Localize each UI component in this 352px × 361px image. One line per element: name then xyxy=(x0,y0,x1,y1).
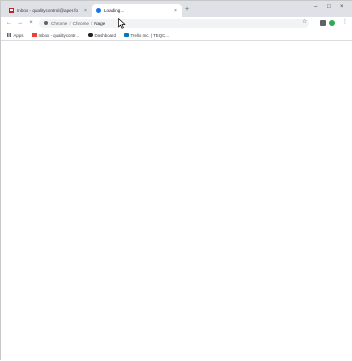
minimize-icon[interactable]: – xyxy=(314,4,317,10)
gmail-icon xyxy=(32,32,37,38)
tab-strip: Inbox - qualitycontrol@aper.fo × Loading… xyxy=(1,1,352,17)
bookmark-label: Trello Inc. | TEQC... xyxy=(130,32,169,38)
bookmarks-bar: Apps Inbox - qualitycontr... Dashboard T… xyxy=(1,30,352,41)
crumb-separator: / xyxy=(69,20,71,26)
forward-button[interactable]: → xyxy=(16,19,24,27)
new-tab-button[interactable]: + xyxy=(185,6,189,13)
gmail-icon xyxy=(9,8,14,13)
dashboard-icon xyxy=(88,32,93,38)
profile-icon[interactable] xyxy=(329,19,335,26)
bookmark-label: Dashboard xyxy=(94,32,116,38)
mouse-cursor-icon xyxy=(118,18,126,29)
tab-inbox[interactable]: Inbox - qualitycontrol@aper.fo × xyxy=(5,4,92,17)
page-content xyxy=(1,41,352,361)
bookmark-label: Apps xyxy=(13,32,24,38)
address-bar[interactable]: Chrome / Chrome / Nage xyxy=(39,18,309,28)
tab-loading[interactable]: Loading... × xyxy=(92,4,182,17)
close-icon[interactable]: × xyxy=(173,8,178,14)
extension-icon[interactable] xyxy=(320,19,326,26)
bookmark-star-icon[interactable]: ☆ xyxy=(302,18,307,25)
tab-title: Loading... xyxy=(104,8,125,13)
crumb-separator: / xyxy=(90,20,93,26)
address-crumb: Chrome xyxy=(51,20,68,26)
menu-icon[interactable]: ⋮ xyxy=(342,18,348,25)
bookmark-apps[interactable]: Apps xyxy=(7,31,24,39)
site-info-icon[interactable] xyxy=(44,21,48,25)
apps-icon xyxy=(7,32,12,38)
toolbar: ← → × Chrome / Chrome / Nage ☆ ⋮ xyxy=(1,17,352,30)
close-icon[interactable]: × xyxy=(83,8,88,14)
back-button[interactable]: ← xyxy=(5,19,13,27)
bookmark-inbox[interactable]: Inbox - qualitycontr... xyxy=(32,31,79,39)
trello-icon xyxy=(124,32,129,38)
bookmark-trello[interactable]: Trello Inc. | TEQC... xyxy=(124,31,169,39)
globe-icon xyxy=(96,8,101,13)
address-crumb: Nage xyxy=(94,20,106,26)
address-crumb: Chrome xyxy=(72,20,89,26)
browser-window: Inbox - qualitycontrol@aper.fo × Loading… xyxy=(0,0,352,361)
bookmark-label: Inbox - qualitycontr... xyxy=(38,32,80,38)
window-close-icon[interactable]: × xyxy=(340,4,344,10)
bookmark-dashboard[interactable]: Dashboard xyxy=(88,31,116,39)
stop-button[interactable]: × xyxy=(27,19,35,27)
tab-title: Inbox - qualitycontrol@aper.fo xyxy=(17,8,79,13)
maximize-icon[interactable]: □ xyxy=(327,4,331,10)
